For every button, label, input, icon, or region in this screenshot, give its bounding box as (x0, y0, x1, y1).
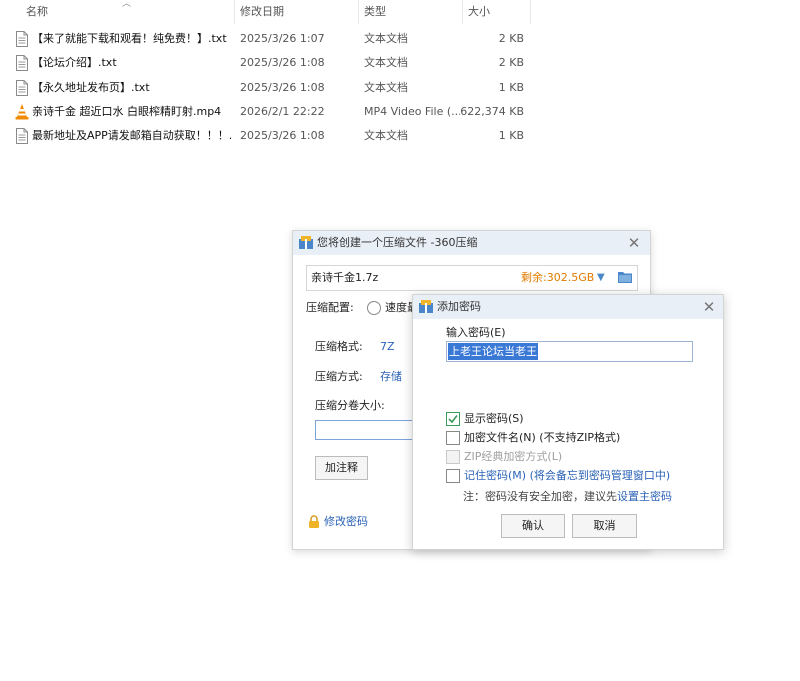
file-name: 亲诗千金 超近口水 白眼榨精盯射.mp4 (32, 104, 222, 118)
set-master-password-link[interactable]: 设置主密码 (617, 490, 672, 503)
column-divider[interactable] (462, 0, 463, 24)
file-size: 2 KB (498, 32, 524, 45)
archive-path-input[interactable]: 亲诗千金1.7z 剩余:302.5GB ▼ (306, 265, 638, 291)
file-size: 1 KB (498, 80, 524, 94)
format-value[interactable]: 7Z (380, 339, 395, 355)
column-divider[interactable] (234, 0, 235, 24)
column-header-name[interactable]: 名称 (26, 4, 48, 20)
column-header-type[interactable]: 类型 (364, 4, 386, 20)
column-divider[interactable] (530, 0, 531, 24)
text-file-icon (16, 55, 28, 72)
method-label: 压缩方式: (315, 370, 363, 383)
archive-path-value: 亲诗千金1.7z (311, 271, 379, 284)
format-label: 压缩格式: (315, 340, 363, 353)
close-icon[interactable]: ✕ (626, 235, 642, 251)
column-header-date[interactable]: 修改日期 (240, 4, 284, 20)
file-row[interactable]: 最新地址及APP请发邮箱自动获取！！！.... 2025/3/26 1:08 文本文… (0, 125, 540, 147)
file-list-header: ︿ 名称 修改日期 类型 大小 (0, 0, 540, 24)
checkmark-icon (448, 415, 458, 424)
file-type: 文本文档 (364, 56, 408, 70)
file-date: 2025/3/26 1:07 (240, 32, 325, 45)
column-header-size[interactable]: 大小 (468, 4, 490, 20)
file-row[interactable]: 亲诗千金 超近口水 白眼榨精盯射.mp4 2026/2/1 22:22 MP4 Vi… (0, 101, 540, 123)
file-name: 最新地址及APP请发邮箱自动获取！！！.... (32, 129, 232, 143)
add-comment-button[interactable]: 加注释 (315, 456, 368, 480)
password-dialog-titlebar[interactable]: 添加密码 ✕ (413, 295, 723, 319)
file-size: 2 KB (498, 56, 524, 70)
password-dialog-title: 添加密码 (437, 300, 481, 313)
sort-up-icon: ︿ (122, 0, 132, 9)
show-password-checkbox[interactable] (446, 412, 460, 426)
security-note-text: 注：密码没有安全加密，建议先 (463, 490, 617, 503)
file-date: 2025/3/26 1:08 (240, 80, 325, 94)
file-row[interactable]: 【永久地址发布页】.txt 2025/3/26 1:08 文本文档 1 KB (0, 77, 540, 99)
file-name: 【来了就能下载和观看！纯免费！】.txt (32, 32, 227, 45)
file-name: 【论坛介绍】.txt (32, 56, 117, 70)
file-date: 2026/2/1 22:22 (240, 104, 325, 118)
remember-password-checkbox[interactable] (446, 469, 460, 483)
file-type: 文本文档 (364, 129, 408, 143)
file-row[interactable]: 【来了就能下载和观看！纯免费！】.txt 2025/3/26 1:07 文本文档 2 … (0, 28, 540, 50)
zip-classic-label: ZIP经典加密方式(L) (464, 450, 563, 463)
password-input-label: 输入密码(E) (446, 326, 506, 339)
archive-app-icon (299, 236, 313, 249)
text-file-icon (16, 31, 28, 47)
volume-size-label: 压缩分卷大小: (315, 399, 385, 412)
encrypt-filenames-checkbox[interactable] (446, 431, 460, 445)
compress-dialog-titlebar[interactable]: 您将创建一个压缩文件 -360压缩 ✕ (293, 231, 650, 255)
show-password-label[interactable]: 显示密码(S) (464, 411, 524, 427)
file-size: 1 KB (498, 129, 524, 143)
volume-size-input[interactable] (315, 420, 417, 440)
vlc-cone-icon (15, 103, 29, 120)
ok-button[interactable]: 确认 (501, 514, 565, 538)
change-password-label: 修改密码 (324, 515, 368, 528)
security-note: 注：密码没有安全加密，建议先设置主密码 (463, 489, 672, 505)
free-space-label: 剩余:302.5GB (521, 271, 595, 284)
column-divider[interactable] (358, 0, 359, 24)
file-type: 文本文档 (364, 80, 408, 94)
remember-password-label[interactable]: 记住密码(M) (将会备忘到密码管理窗口中) (464, 468, 670, 484)
folder-icon[interactable] (618, 271, 632, 283)
add-password-dialog: 添加密码 ✕ 输入密码(E) 上老王论坛当老王 显示密码(S) 加密文件名(N)… (412, 294, 724, 550)
file-type: 文本文档 (364, 32, 408, 45)
speed-radio[interactable] (367, 301, 381, 315)
compress-dialog-title: 您将创建一个压缩文件 -360压缩 (317, 236, 478, 249)
zip-classic-checkbox (446, 450, 460, 464)
file-row[interactable]: 【论坛介绍】.txt 2025/3/26 1:08 文本文档 2 KB (0, 52, 540, 74)
text-file-icon (16, 79, 28, 96)
method-value[interactable]: 存储 (380, 369, 402, 385)
archive-app-icon (419, 300, 433, 313)
encrypt-filenames-label[interactable]: 加密文件名(N) (不支持ZIP格式) (464, 430, 620, 446)
file-size: 622,374 KB (460, 104, 524, 118)
password-value: 上老王论坛当老王 (448, 343, 538, 360)
file-date: 2025/3/26 1:08 (240, 129, 325, 143)
config-label: 压缩配置: (306, 301, 354, 314)
close-icon[interactable]: ✕ (701, 299, 717, 315)
text-file-icon (16, 128, 28, 145)
file-type: MP4 Video File (... (364, 104, 460, 118)
lock-icon (309, 515, 319, 528)
change-password-link[interactable]: 修改密码 (308, 514, 388, 530)
file-date: 2025/3/26 1:08 (240, 56, 325, 70)
file-name: 【永久地址发布页】.txt (32, 80, 150, 94)
cancel-button[interactable]: 取消 (572, 514, 637, 538)
password-input[interactable]: 上老王论坛当老王 (446, 341, 693, 362)
chevron-down-icon[interactable]: ▼ (597, 270, 605, 286)
